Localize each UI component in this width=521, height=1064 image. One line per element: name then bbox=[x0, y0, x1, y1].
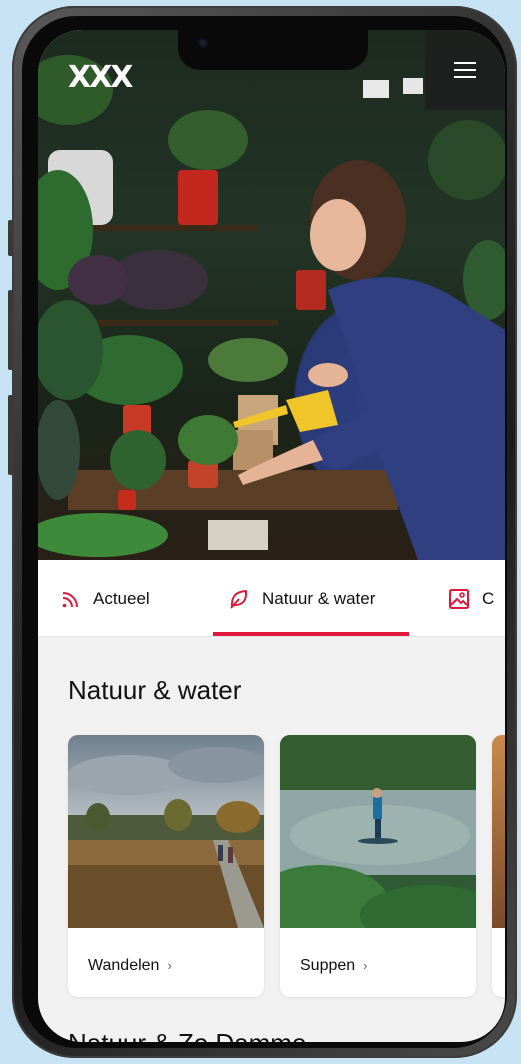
image-icon bbox=[449, 589, 469, 609]
card-image bbox=[492, 735, 505, 928]
card-label: Suppen › bbox=[300, 957, 368, 975]
app-screen: XXX Actueel Natuur & water C Natuur & wa… bbox=[38, 30, 505, 1042]
menu-button[interactable] bbox=[425, 30, 505, 110]
wandelen-photo bbox=[68, 735, 264, 928]
tab-natuur-water[interactable]: Natuur & water bbox=[228, 586, 375, 612]
volume-down-button bbox=[8, 395, 13, 475]
notch bbox=[178, 30, 368, 70]
card-title: Wandelen bbox=[88, 957, 160, 974]
card-label: Wandelen › bbox=[88, 957, 172, 975]
active-tab-indicator bbox=[213, 632, 409, 636]
tab-cultuur[interactable]: C bbox=[448, 586, 494, 612]
next-section-title: Natuur & Zo Damme bbox=[68, 1028, 306, 1042]
tab-label: Actueel bbox=[93, 589, 150, 608]
hamburger-icon bbox=[454, 57, 476, 83]
tab-label: Natuur & water bbox=[262, 589, 376, 608]
suppen-photo bbox=[280, 735, 476, 928]
leaf-icon bbox=[230, 590, 248, 609]
card-partial[interactable] bbox=[492, 735, 505, 997]
front-camera bbox=[198, 38, 208, 48]
volume-up-button bbox=[8, 290, 13, 370]
section-title: Natuur & water bbox=[68, 675, 242, 705]
card-wandelen[interactable]: Wandelen › bbox=[68, 735, 264, 997]
category-tabs: Actueel Natuur & water C bbox=[38, 560, 505, 637]
card-image bbox=[68, 735, 264, 928]
card-suppen[interactable]: Suppen › bbox=[280, 735, 476, 997]
tab-actueel[interactable]: Actueel bbox=[61, 586, 150, 612]
card-title: Suppen bbox=[300, 957, 356, 974]
hero-image: XXX bbox=[38, 30, 505, 560]
card-image bbox=[280, 735, 476, 928]
chevron-right-icon: › bbox=[363, 958, 368, 973]
tab-label: C bbox=[482, 589, 495, 608]
side-button bbox=[8, 220, 13, 256]
brand-logo[interactable]: XXX bbox=[68, 60, 133, 95]
chevron-right-icon: › bbox=[167, 958, 172, 973]
rss-icon bbox=[62, 592, 78, 608]
